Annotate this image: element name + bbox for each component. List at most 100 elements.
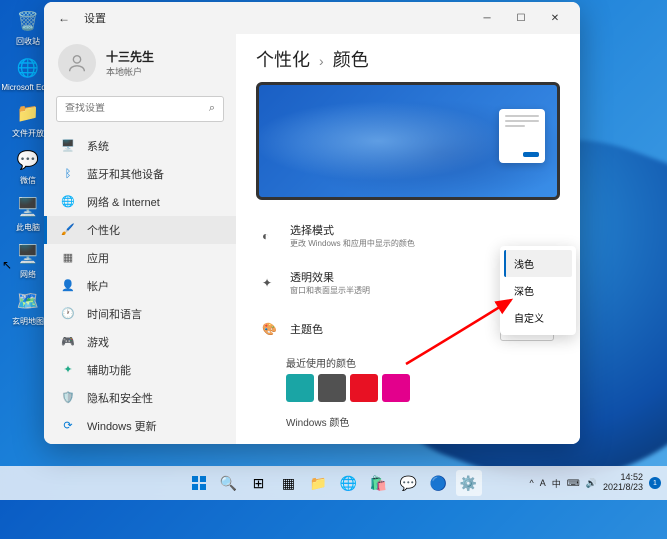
ime-indicator[interactable]: A: [540, 478, 546, 488]
sidebar-item-系统[interactable]: 🖥️ 系统: [44, 132, 236, 160]
desktop-icon-label: 微信: [20, 175, 36, 186]
nav-label: 应用: [87, 250, 109, 266]
desktop-icon-label: 此电脑: [16, 222, 40, 233]
setting-icon: 🎨: [262, 322, 278, 336]
回收站-icon: 🗑️: [15, 8, 41, 34]
preview-window-card: [499, 109, 545, 163]
explorer-button[interactable]: 📁: [306, 470, 332, 496]
wechat-button[interactable]: 💬: [396, 470, 422, 496]
desktop-icon-label: 回收站: [16, 36, 40, 47]
desktop-icon[interactable]: 🖥️ 网络: [8, 241, 48, 280]
nav-icon: 👤: [61, 279, 75, 293]
color-preview: [256, 82, 560, 200]
sidebar-item-游戏[interactable]: 🎮 游戏: [44, 328, 236, 356]
setting-title: 选择模式: [290, 222, 554, 238]
nav-icon: ᛒ: [61, 167, 75, 181]
setting-icon: ◐: [262, 229, 278, 243]
nav-icon: 🖥️: [61, 139, 75, 153]
nav-label: 网络 & Internet: [87, 194, 160, 210]
color-swatch[interactable]: [350, 374, 378, 402]
breadcrumb: 个性化 › 颜色: [256, 46, 560, 72]
desktop-icon-label: 网络: [20, 269, 36, 280]
ime-lang[interactable]: 中: [552, 477, 561, 490]
back-button[interactable]: ←: [52, 6, 76, 30]
nav-label: Windows 更新: [87, 418, 157, 434]
maximize-button[interactable]: ☐: [504, 4, 538, 32]
color-swatch[interactable]: [382, 374, 410, 402]
taskbar-center: 🔍 ⊞ ▦ 📁 🌐 🛍️ 💬 🔵 ⚙️: [186, 470, 482, 496]
玄明地图-icon: 🗺️: [15, 288, 41, 314]
dropdown-option[interactable]: 深色: [504, 277, 572, 304]
nav-label: 游戏: [87, 334, 109, 350]
breadcrumb-current: 颜色: [333, 50, 369, 70]
volume-icon[interactable]: 🔊: [586, 478, 597, 489]
文件开放-icon: 📁: [15, 100, 41, 126]
chevron-right-icon: ›: [319, 53, 324, 69]
nav-icon: 🎮: [61, 335, 75, 349]
breadcrumb-parent[interactable]: 个性化: [256, 50, 310, 70]
notification-badge[interactable]: 1: [649, 477, 661, 489]
cursor-icon: ↖: [2, 258, 12, 272]
nav-icon: 🖌️: [61, 223, 75, 237]
desktop-icon[interactable]: 💬 微信: [8, 147, 48, 186]
desktop-icon[interactable]: 🖥️此电脑: [8, 194, 48, 233]
nav-icon: ▦: [61, 251, 75, 265]
tray-chevron-icon[interactable]: ^: [529, 478, 533, 488]
user-type: 本地帐户: [106, 65, 154, 78]
search-box[interactable]: ⌕: [56, 96, 224, 122]
desktop-icon[interactable]: 🗺️ 玄明地图: [8, 288, 48, 327]
ime-keyboard-icon[interactable]: ⌨: [567, 478, 580, 489]
avatar: [58, 44, 96, 82]
search-button[interactable]: 🔍: [216, 470, 242, 496]
setting-title: 主题色: [290, 321, 500, 337]
color-swatch[interactable]: [286, 374, 314, 402]
clock[interactable]: 14:52 2021/8/23: [603, 473, 643, 493]
sidebar-item-辅助功能[interactable]: ✦辅助功能: [44, 356, 236, 384]
sidebar-item-个性化[interactable]: 🖌️个性化: [44, 216, 236, 244]
user-block[interactable]: 十三先生 本地帐户: [44, 40, 236, 92]
sidebar-item-网络 & Internet[interactable]: 🌐网络 & Internet: [44, 188, 236, 216]
browser-button[interactable]: 🔵: [426, 470, 452, 496]
nav-label: 帐户: [87, 278, 109, 294]
nav-label: 辅助功能: [87, 362, 131, 378]
desktop-icon-label: 文件开放: [12, 128, 44, 139]
sidebar-item-应用[interactable]: ▦ 应用: [44, 244, 236, 272]
close-button[interactable]: ✕: [538, 4, 572, 32]
widgets-button[interactable]: ▦: [276, 470, 302, 496]
网络-icon: 🖥️: [15, 241, 41, 267]
minimize-button[interactable]: ─: [470, 4, 504, 32]
desktop-icon[interactable]: 🌐Microsoft Edge: [8, 55, 48, 92]
edge-button[interactable]: 🌐: [336, 470, 362, 496]
dropdown-option[interactable]: 浅色: [504, 250, 572, 277]
desktop-icons: 🗑️ 回收站 🌐Microsoft Edge 📁 文件开放 💬 微信 🖥️此电脑 🖥️ 网络 🗺️ 玄…: [8, 8, 48, 327]
recent-color-swatches: [286, 374, 554, 402]
sidebar-item-时间和语言[interactable]: 🕐时间和语言: [44, 300, 236, 328]
微信-icon: 💬: [15, 147, 41, 173]
color-swatch[interactable]: [318, 374, 346, 402]
nav-label: 系统: [87, 138, 109, 154]
user-name: 十三先生: [106, 48, 154, 65]
store-button[interactable]: 🛍️: [366, 470, 392, 496]
taskview-button[interactable]: ⊞: [246, 470, 272, 496]
sidebar-item-Windows 更新[interactable]: ⟳Windows 更新: [44, 412, 236, 438]
search-input[interactable]: [65, 103, 209, 114]
sidebar-item-隐私和安全性[interactable]: 🛡️隐私和安全性: [44, 384, 236, 412]
dropdown-option[interactable]: 自定义: [504, 304, 572, 331]
start-button[interactable]: [186, 470, 212, 496]
settings-window: ← 设置 ─ ☐ ✕ 十三先生 本地帐户 ⌕ 🖥️系统ᛒ蓝牙和其他设备🌐网: [44, 2, 580, 444]
windows-colors-heading: Windows 颜色: [286, 414, 554, 429]
desktop-icon[interactable]: 📁 文件开放: [8, 100, 48, 139]
sidebar: 十三先生 本地帐户 ⌕ 🖥️系统ᛒ蓝牙和其他设备🌐网络 & Internet🖌️…: [44, 34, 236, 444]
desktop-icon[interactable]: 🗑️ 回收站: [8, 8, 48, 47]
nav-label: 蓝牙和其他设备: [87, 166, 164, 182]
mode-dropdown-menu: 浅色深色自定义: [500, 246, 576, 335]
settings-taskbar-button[interactable]: ⚙️: [456, 470, 482, 496]
sidebar-item-蓝牙和其他设备[interactable]: ᛒ 蓝牙和其他设备: [44, 160, 236, 188]
nav-icon: 🛡️: [61, 391, 75, 405]
setting-icon: ✦: [262, 276, 278, 290]
search-icon: ⌕: [209, 102, 215, 115]
Microsoft Edge-icon: 🌐: [15, 55, 41, 81]
desktop-icon-label: 玄明地图: [12, 316, 44, 327]
window-title: 设置: [84, 10, 470, 26]
sidebar-item-帐户[interactable]: 👤 帐户: [44, 272, 236, 300]
